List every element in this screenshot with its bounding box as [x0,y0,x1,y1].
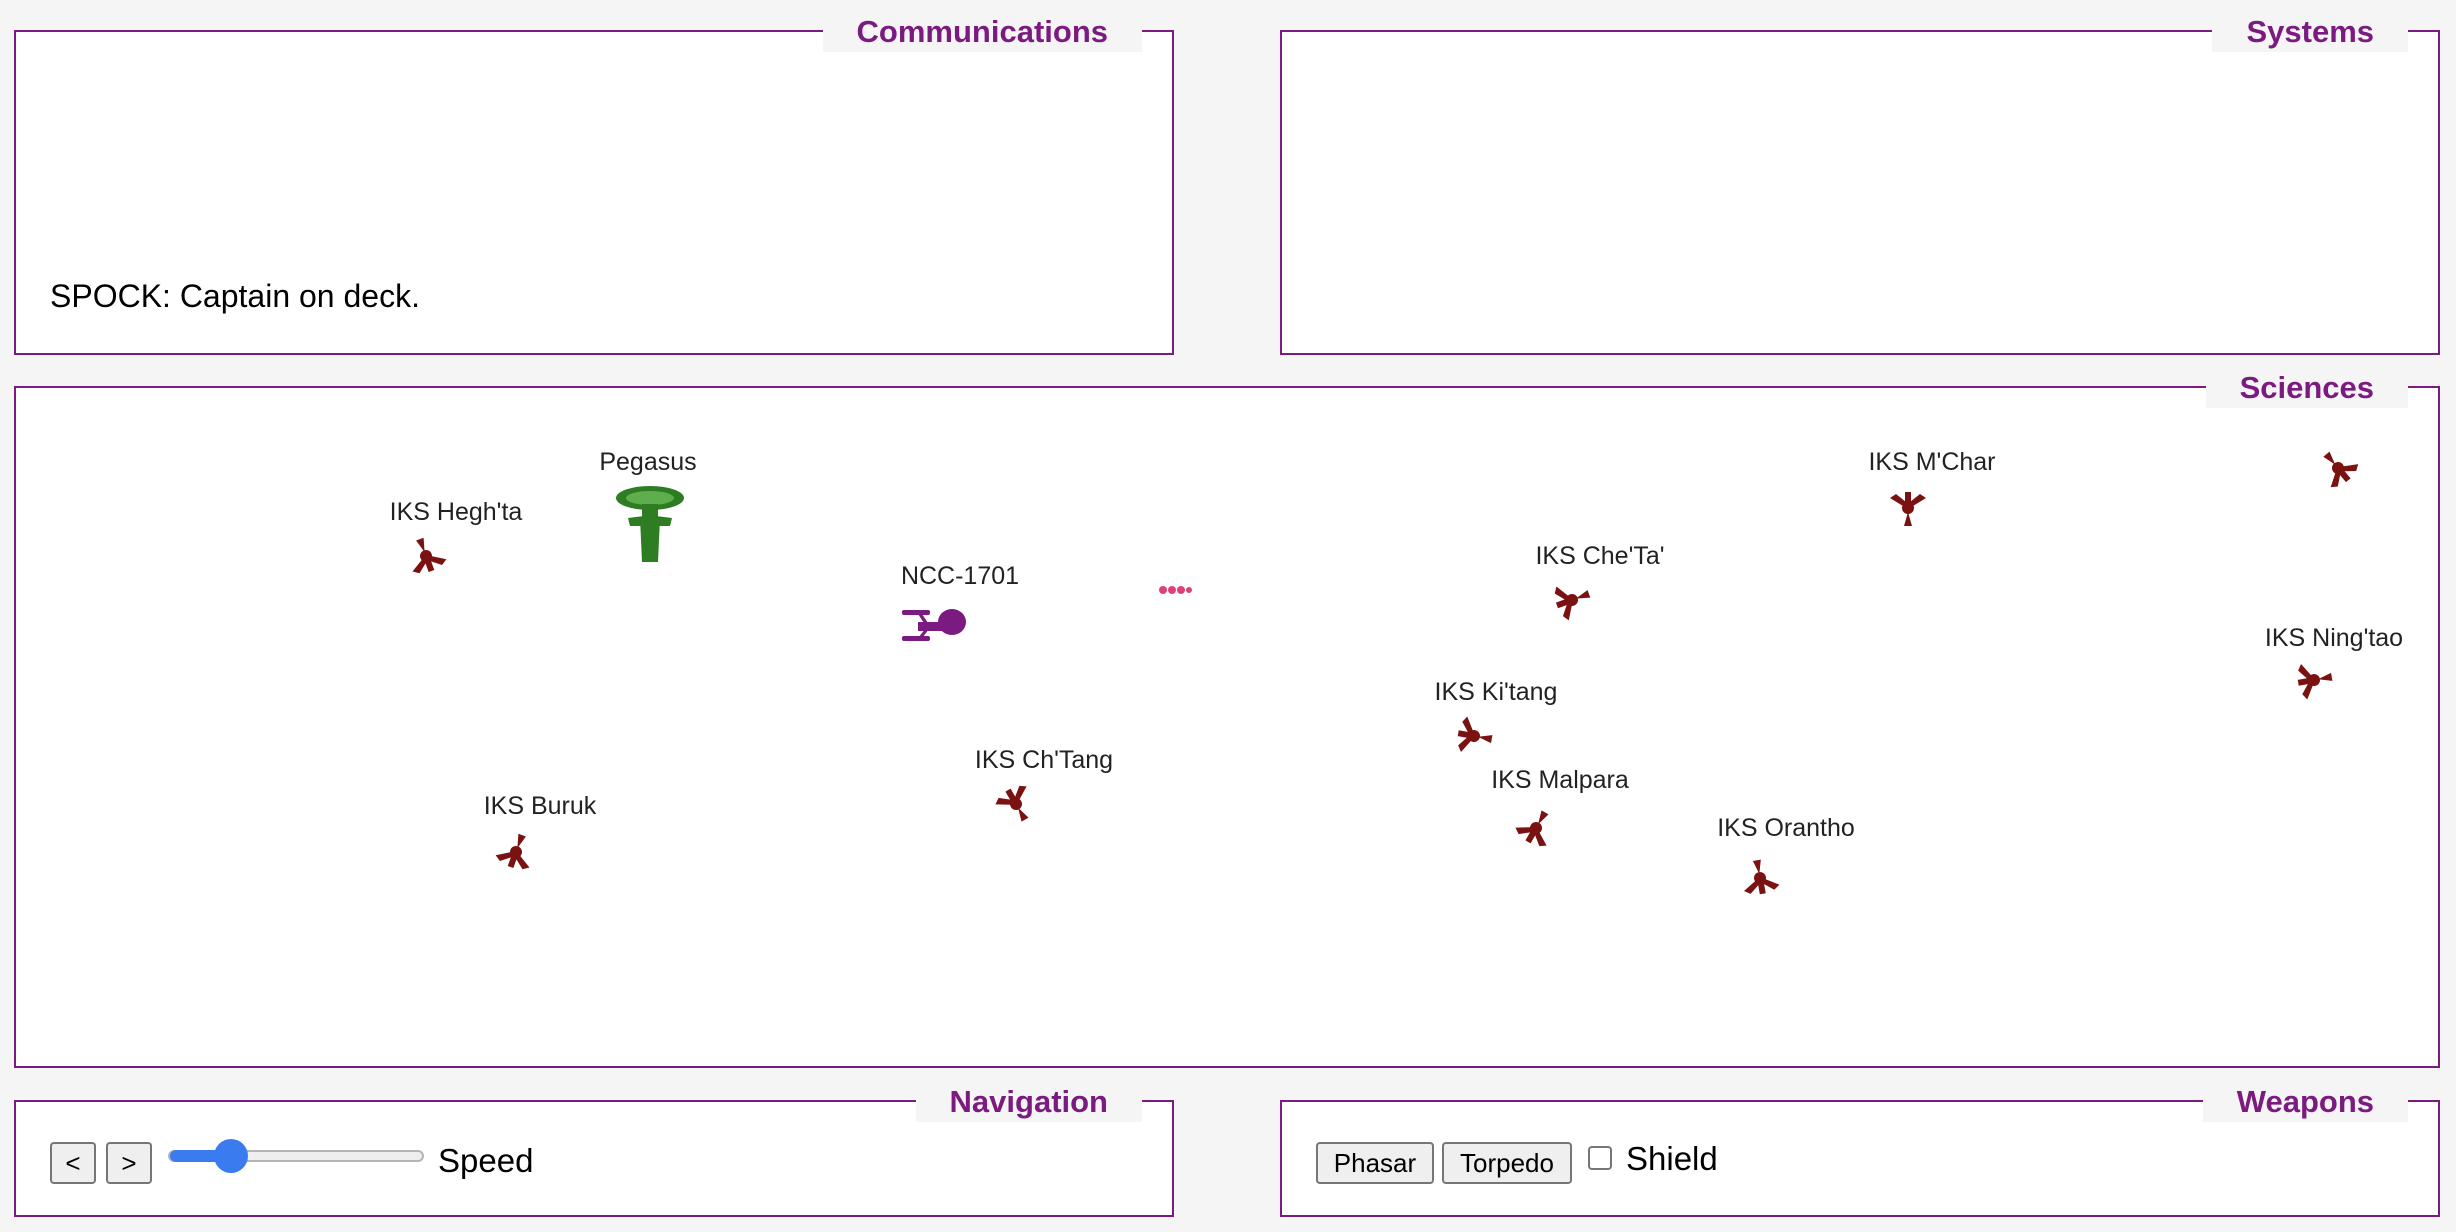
ship-label: IKS Malpara [1491,766,1629,794]
comm-message: SPOCK: Captain on deck. [50,278,420,314]
shield-label: Shield [1626,1140,1718,1177]
systems-panel: Systems [1280,12,2440,355]
klingon-ship-icon[interactable] [1512,804,1560,852]
klingon-ship-icon[interactable] [492,828,540,876]
klingon-ship-icon[interactable] [1736,854,1784,902]
communications-title: Communications [822,12,1142,52]
speed-slider-thumb[interactable] [214,1139,248,1173]
enterprise-ship-icon[interactable] [900,604,970,648]
speed-slider[interactable] [168,1139,424,1173]
klingon-ship-icon[interactable] [1450,712,1498,760]
federation-ship-icon[interactable] [612,482,688,572]
shield-checkbox[interactable] [1588,1146,1612,1170]
ship-label: IKS Buruk [483,792,597,820]
ship-label: NCC-1701 [900,562,1020,590]
klingon-ship-icon[interactable] [1548,576,1596,624]
ship-label: IKS Ning'tao [2264,624,2404,652]
klingon-ship-icon[interactable] [402,532,450,580]
klingon-ship-icon[interactable] [992,780,1040,828]
weapons-panel: Weapons Phasar Torpedo Shield [1280,1082,2440,1217]
phasar-button[interactable]: Phasar [1316,1142,1434,1184]
turn-left-button[interactable]: < [50,1142,96,1184]
ship-label: IKS M'Char [1868,448,1996,476]
sciences-panel: Sciences IKS Hegh'ta Pegasus NCC-1701 IK… [14,368,2440,1068]
torpedo-button[interactable]: Torpedo [1442,1142,1572,1184]
ship-label: IKS Orantho [1717,814,1855,842]
ship-label: IKS Hegh'ta [389,498,523,526]
ship-label: IKS Ch'Tang [974,746,1114,774]
klingon-ship-icon[interactable] [1884,484,1932,532]
communications-panel: Communications SPOCK: Captain on deck. [14,12,1174,355]
speed-label: Speed [438,1142,534,1179]
turn-right-button[interactable]: > [106,1142,152,1184]
ship-label: IKS Ki'tang [1434,678,1558,706]
navigation-title: Navigation [915,1082,1142,1122]
sciences-title: Sciences [2205,368,2408,408]
systems-title: Systems [2212,12,2408,52]
klingon-ship-icon[interactable] [2290,656,2338,704]
navigation-panel: Navigation < > Speed [14,1082,1174,1217]
torpedo-icon [1159,586,1192,594]
ship-label: Pegasus [599,448,697,476]
ship-label: IKS Che'Ta' [1535,542,1665,570]
weapons-title: Weapons [2202,1082,2408,1122]
klingon-ship-icon[interactable] [2314,444,2362,492]
